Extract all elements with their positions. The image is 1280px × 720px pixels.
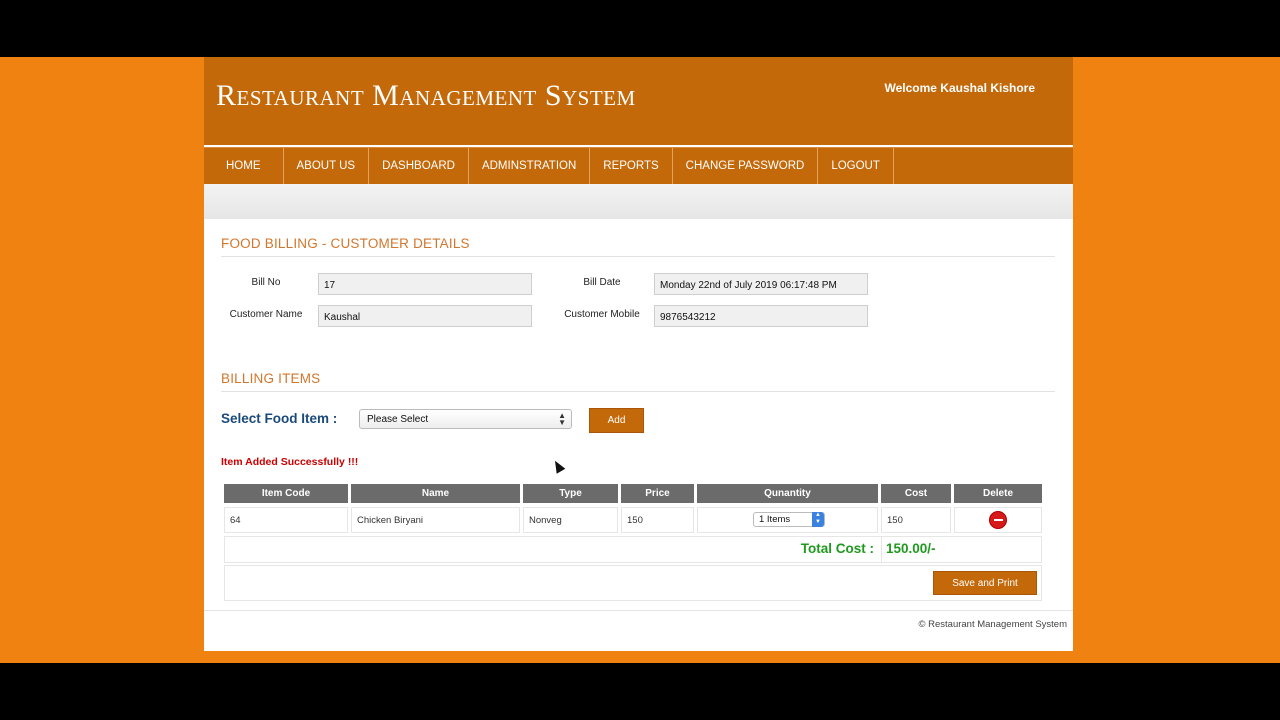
divider: [221, 391, 1055, 392]
col-item-code: Item Code: [224, 484, 348, 503]
food-item-select[interactable]: Please Select ▲ ▼: [359, 409, 572, 429]
bill-no-label: Bill No: [251, 277, 281, 288]
customer-name-field[interactable]: Kaushal: [318, 305, 532, 327]
save-and-print-button[interactable]: Save and Print: [933, 571, 1037, 595]
total-cost-value: 150.00/-: [886, 541, 936, 556]
mouse-cursor-icon: [550, 458, 566, 474]
quantity-select[interactable]: 1 Items ▲ ▼: [753, 512, 825, 527]
nav-administration[interactable]: ADMINSTRATION: [469, 148, 591, 185]
billing-section-title: BILLING ITEMS: [221, 371, 321, 386]
nav-dashboard[interactable]: DASHBOARD: [369, 148, 469, 185]
footer-divider: [204, 610, 1073, 611]
cell-name: Chicken Biryani: [351, 507, 520, 533]
success-message: Item Added Successfully !!!: [221, 456, 359, 468]
quantity-value: 1 Items: [759, 514, 791, 525]
food-item-select-value: Please Select: [367, 414, 429, 425]
nav-logout[interactable]: LOGOUT: [818, 148, 894, 185]
stepper-arrows-icon: ▲ ▼: [812, 512, 824, 527]
bill-date-label: Bill Date: [583, 277, 621, 288]
col-price: Price: [621, 484, 694, 503]
select-food-label: Select Food Item :: [221, 411, 338, 426]
cell-type: Nonveg: [523, 507, 618, 533]
cell-item-code: 64: [224, 507, 348, 533]
actions-row: [224, 565, 1042, 601]
total-cost-label: Total Cost :: [800, 541, 874, 556]
col-type: Type: [523, 484, 618, 503]
add-button[interactable]: Add: [589, 408, 644, 433]
col-delete: Delete: [954, 484, 1042, 503]
nav-reports[interactable]: REPORTS: [590, 148, 673, 185]
footer-text: © Restaurant Management System: [918, 619, 1067, 630]
customer-mobile-field[interactable]: 9876543212: [654, 305, 868, 327]
site-title: Restaurant Management System: [216, 79, 636, 112]
cell-cost: 150: [881, 507, 951, 533]
col-quantity: Qunantity: [697, 484, 878, 503]
select-arrows-icon: ▲ ▼: [558, 411, 566, 427]
bill-date-field[interactable]: Monday 22nd of July 2019 06:17:48 PM: [654, 273, 868, 295]
divider: [221, 256, 1055, 257]
main-nav: HOME ABOUT US DASHBOARD ADMINSTRATION RE…: [204, 147, 1073, 185]
header: Restaurant Management System Welcome Kau…: [204, 57, 1073, 145]
nav-home[interactable]: HOME: [204, 148, 284, 185]
cell-price: 150: [621, 507, 694, 533]
delete-icon[interactable]: [989, 511, 1007, 529]
col-name: Name: [351, 484, 520, 503]
bill-no-field[interactable]: 17: [318, 273, 532, 295]
welcome-text: Welcome Kaushal Kishore: [884, 81, 1036, 95]
col-cost: Cost: [881, 484, 951, 503]
page: Restaurant Management System Welcome Kau…: [204, 57, 1073, 651]
sub-bar: [204, 184, 1073, 219]
nav-change-password[interactable]: CHANGE PASSWORD: [673, 148, 819, 185]
nav-about-us[interactable]: ABOUT US: [284, 148, 370, 185]
customer-mobile-label: Customer Mobile: [564, 309, 640, 320]
customer-name-label: Customer Name: [229, 309, 303, 320]
customer-section-title: FOOD BILLING - CUSTOMER DETAILS: [221, 236, 470, 251]
